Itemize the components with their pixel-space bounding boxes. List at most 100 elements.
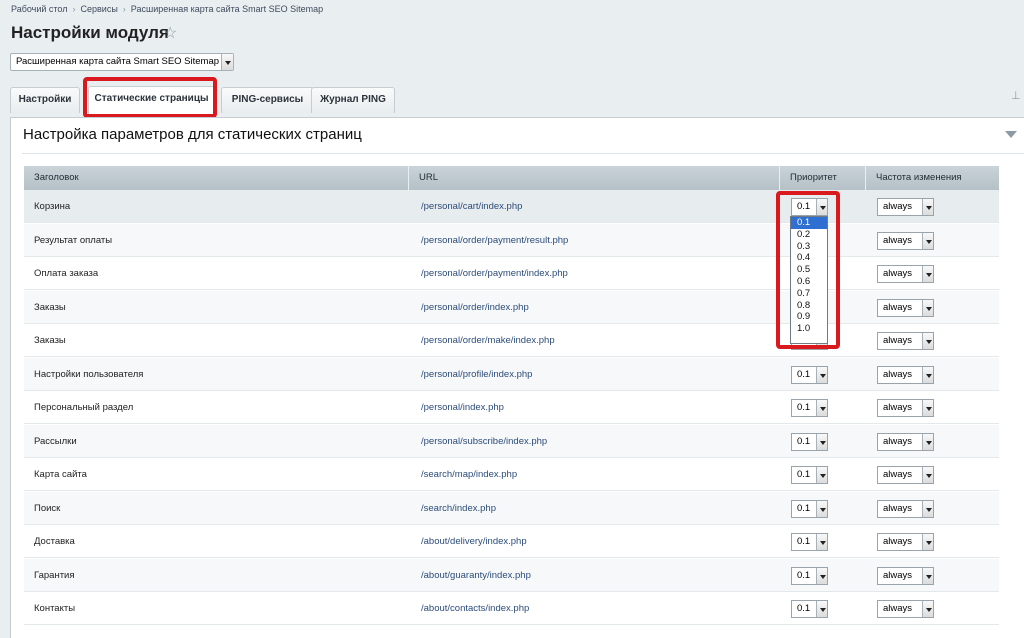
chevron-down-icon[interactable] [922, 199, 933, 215]
frequency-select-value: always [883, 469, 913, 480]
table-row: Гарантия/about/guaranty/index.php 0.1 alwa… [24, 558, 999, 592]
chevron-down-icon[interactable] [816, 534, 827, 550]
priority-select-value: 0.1 [797, 469, 811, 480]
row-title: Оплата заказа [34, 268, 99, 279]
chevron-down-icon[interactable] [922, 500, 933, 517]
priority-select[interactable]: 0.1 [791, 566, 828, 585]
frequency-select-value: always [883, 201, 913, 212]
frequency-select[interactable]: always [877, 533, 934, 551]
row-url-link[interactable]: /personal/subscribe/index.php [421, 425, 547, 458]
breadcrumb-item-services[interactable]: Сервисы [81, 4, 118, 14]
chevron-down-icon[interactable] [922, 433, 933, 450]
table-row: Карта сайта/search/map/index.php 0.1 alway… [24, 458, 999, 491]
row-url-link[interactable]: /about/contacts/index.php [421, 592, 529, 625]
frequency-select[interactable]: always [877, 399, 934, 417]
frequency-select[interactable]: always [877, 600, 934, 618]
chevron-down-icon[interactable] [922, 467, 933, 483]
module-select-value: Расширенная карта сайта Smart SEO Sitema… [16, 56, 220, 67]
row-url-link[interactable]: /personal/order/payment/index.php [421, 257, 568, 290]
collapse-icon[interactable] [1005, 131, 1017, 138]
chevron-down-icon[interactable] [922, 400, 933, 416]
priority-select[interactable]: 0.1 [791, 432, 828, 451]
chevron-down-icon[interactable] [922, 567, 933, 584]
chevron-down-icon[interactable] [816, 567, 827, 584]
table-row: Заказы/personal/order/index.php0.1always [24, 290, 999, 324]
breadcrumb-separator: › [72, 4, 76, 14]
tab-settings[interactable]: Настройки [10, 87, 80, 113]
chevron-down-icon[interactable] [221, 54, 233, 70]
row-url-link[interactable]: /personal/order/payment/result.php [421, 224, 568, 257]
panel-title: Настройка параметров для статических стр… [23, 126, 362, 143]
row-title: Поиск [34, 502, 61, 514]
column-header-title: Заголовок [24, 166, 409, 190]
priority-select[interactable]: 0.1 [791, 365, 828, 384]
priority-select-value: 0.1 [797, 603, 811, 614]
tab-ping-services[interactable]: PING-сервисы [221, 87, 314, 113]
priority-select[interactable]: 0.1 [791, 499, 828, 518]
column-header-url: URL [409, 166, 780, 190]
row-title: Персональный раздел [34, 402, 134, 413]
row-url-link[interactable]: /search/map/index.php [421, 458, 517, 491]
highlight-frame-tab [83, 77, 217, 118]
frequency-select[interactable]: always [877, 332, 934, 350]
priority-select[interactable]: 0.1 [791, 533, 828, 551]
row-url-link[interactable]: /personal/order/index.php [421, 291, 529, 324]
chevron-down-icon[interactable] [922, 232, 933, 249]
row-title: Результат оплаты [34, 234, 113, 246]
priority-select[interactable]: 0.1 [791, 466, 828, 484]
frequency-select-value: always [883, 234, 913, 246]
chevron-down-icon[interactable] [816, 366, 827, 383]
row-url-link[interactable]: /personal/order/make/index.php [421, 324, 555, 357]
frequency-select[interactable]: always [877, 198, 934, 216]
breadcrumb-separator: › [122, 4, 126, 14]
frequency-select[interactable]: always [877, 365, 934, 384]
priority-select-value: 0.1 [797, 502, 811, 514]
row-url-link[interactable]: /personal/profile/index.php [421, 358, 532, 391]
row-url-link[interactable]: /about/delivery/index.php [421, 525, 527, 558]
row-title: Заказы [34, 301, 66, 313]
chevron-down-icon[interactable] [816, 601, 827, 617]
chevron-down-icon[interactable] [922, 299, 933, 316]
row-url-link[interactable]: /search/index.php [421, 492, 496, 525]
row-title: Корзина [34, 201, 71, 212]
frequency-select[interactable]: always [877, 432, 934, 451]
priority-select-value: 0.1 [797, 402, 811, 413]
priority-select[interactable]: 0.1 [791, 600, 828, 618]
frequency-select[interactable]: always [877, 298, 934, 317]
star-icon[interactable]: ☆ [163, 26, 177, 42]
table-row: Поиск/search/index.php 0.1 always [24, 491, 999, 525]
frequency-select[interactable]: always [877, 466, 934, 484]
frequency-select[interactable]: always [877, 566, 934, 585]
chevron-down-icon[interactable] [922, 333, 933, 349]
chevron-down-icon[interactable] [922, 266, 933, 282]
chevron-down-icon[interactable] [922, 601, 933, 617]
row-url-link[interactable]: /personal/index.php [421, 391, 504, 424]
chevron-down-icon[interactable] [816, 500, 827, 517]
module-select[interactable]: Расширенная карта сайта Smart SEO Sitema… [10, 53, 234, 71]
row-title: Карта сайта [34, 469, 87, 480]
chevron-down-icon[interactable] [816, 433, 827, 450]
pin-icon[interactable]: ⊥ [1011, 89, 1021, 102]
frequency-select-value: always [883, 402, 913, 413]
breadcrumb-item-desktop[interactable]: Рабочий стол [11, 4, 68, 14]
frequency-select-value: always [883, 502, 913, 514]
frequency-select[interactable]: always [877, 499, 934, 518]
row-url-link[interactable]: /about/guaranty/index.php [421, 559, 531, 592]
frequency-select[interactable]: always [877, 265, 934, 283]
table-row: Рассылки/personal/subscribe/index.php 0.1… [24, 424, 999, 458]
column-header-frequency: Частота изменения [876, 172, 962, 183]
row-url-link[interactable]: /personal/cart/index.php [421, 190, 522, 223]
frequency-select[interactable]: always [877, 231, 934, 250]
chevron-down-icon[interactable] [922, 366, 933, 383]
row-title: Рассылки [34, 435, 77, 447]
tab-ping-log[interactable]: Журнал PING [311, 87, 395, 113]
table-row: Настройки пользователя/personal/profile/… [24, 357, 999, 391]
chevron-down-icon[interactable] [816, 467, 827, 483]
frequency-select-value: always [883, 435, 913, 447]
priority-select[interactable]: 0.1 [791, 399, 828, 417]
chevron-down-icon[interactable] [922, 534, 933, 550]
breadcrumb-item-module[interactable]: Расширенная карта сайта Smart SEO Sitema… [131, 4, 323, 14]
chevron-down-icon[interactable] [816, 400, 827, 416]
frequency-select-value: always [883, 368, 913, 380]
table-row: Контакты/about/contacts/index.php 0.1 alwa… [24, 592, 999, 625]
